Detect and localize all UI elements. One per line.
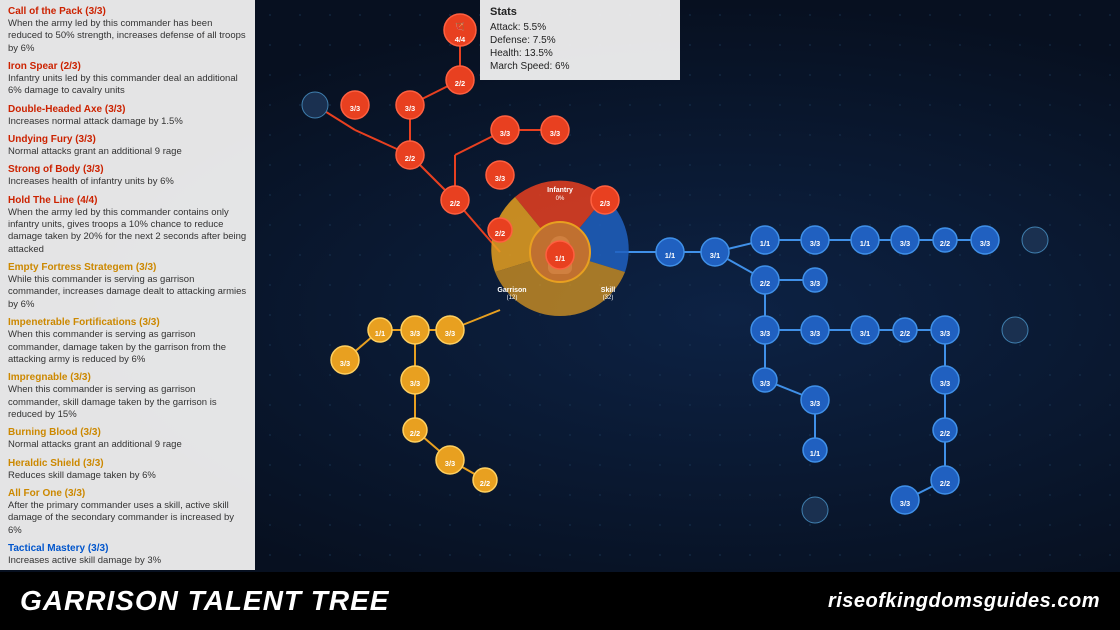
skill-title: Empty Fortress Strategem (3/3) <box>8 262 247 273</box>
svg-text:3/3: 3/3 <box>410 329 420 338</box>
skill-double-headed-axe: Double-Headed Axe (3/3) Increases normal… <box>8 104 247 128</box>
skill-desc: After the primary commander uses a skill… <box>8 500 247 537</box>
svg-text:3/3: 3/3 <box>900 239 910 248</box>
stats-panel: Stats Attack: 5.5% Defense: 7.5% Health:… <box>480 0 680 80</box>
bottom-bar: Garrison Talent Tree riseofkingdomsguide… <box>0 572 1120 630</box>
skill-desc: Normal attacks grant an additional 9 rag… <box>8 146 247 158</box>
skill-title: Undying Fury (3/3) <box>8 134 247 145</box>
svg-text:Garrison: Garrison <box>497 287 526 294</box>
svg-text:3/3: 3/3 <box>495 174 505 183</box>
svg-text:2/2: 2/2 <box>410 429 420 438</box>
svg-text:3/3: 3/3 <box>410 379 420 388</box>
skill-title: Iron Spear (2/3) <box>8 61 247 72</box>
skill-impregnable: Impregnable (3/3) When this commander is… <box>8 372 247 421</box>
skill-title: All For One (3/3) <box>8 488 247 499</box>
svg-text:1/1: 1/1 <box>665 251 675 260</box>
svg-text:3/3: 3/3 <box>550 129 560 138</box>
svg-text:3/3: 3/3 <box>350 104 360 113</box>
stats-title: Stats <box>490 6 670 18</box>
skill-impenetrable: Impenetrable Fortifications (3/3) When t… <box>8 317 247 366</box>
svg-text:2/3: 2/3 <box>600 199 610 208</box>
skill-desc: Infantry units led by this commander dea… <box>8 73 247 98</box>
svg-text:4/4: 4/4 <box>455 35 466 44</box>
svg-text:3/3: 3/3 <box>760 379 770 388</box>
skill-empty-fortress: Empty Fortress Strategem (3/3) While thi… <box>8 262 247 311</box>
stats-health: Health: 13.5% <box>490 48 670 59</box>
skill-title: Heraldic Shield (3/3) <box>8 458 247 469</box>
svg-text:2/2: 2/2 <box>900 329 910 338</box>
svg-text:3/3: 3/3 <box>980 239 990 248</box>
stats-defense: Defense: 7.5% <box>490 35 670 46</box>
svg-text:(12): (12) <box>507 295 518 301</box>
skill-strong-of-body: Strong of Body (3/3) Increases health of… <box>8 164 247 188</box>
skill-desc: When the army led by this commander has … <box>8 18 247 55</box>
svg-text:(32): (32) <box>603 295 614 301</box>
svg-text:2/2: 2/2 <box>405 154 415 163</box>
skill-desc: While this commander is serving as garri… <box>8 274 247 311</box>
svg-text:2/2: 2/2 <box>940 239 950 248</box>
skill-title: Tactical Mastery (3/3) <box>8 543 247 554</box>
skill-title: Impenetrable Fortifications (3/3) <box>8 317 247 328</box>
svg-text:3/3: 3/3 <box>810 329 820 338</box>
skill-iron-spear: Iron Spear (2/3) Infantry units led by t… <box>8 61 247 98</box>
skill-title: Double-Headed Axe (3/3) <box>8 104 247 115</box>
svg-text:3/1: 3/1 <box>710 251 720 260</box>
svg-text:Skill: Skill <box>601 287 615 294</box>
svg-text:3/3: 3/3 <box>405 104 415 113</box>
svg-text:3/3: 3/3 <box>445 329 455 338</box>
skill-hold-the-line: Hold The Line (4/4) When the army led by… <box>8 195 247 256</box>
svg-text:3/3: 3/3 <box>500 129 510 138</box>
skill-desc: Increases normal attack damage by 1.5% <box>8 116 247 128</box>
svg-text:2/2: 2/2 <box>940 429 950 438</box>
svg-text:Infantry: Infantry <box>547 187 573 194</box>
svg-text:2/2: 2/2 <box>940 479 950 488</box>
skill-desc: Increases active skill damage by 3% <box>8 555 247 567</box>
skill-undying-fury: Undying Fury (3/3) Normal attacks grant … <box>8 134 247 158</box>
svg-text:🏹: 🏹 <box>455 22 464 31</box>
svg-text:2/2: 2/2 <box>760 279 770 288</box>
svg-text:2/2: 2/2 <box>450 199 460 208</box>
svg-text:3/3: 3/3 <box>940 329 950 338</box>
svg-text:1/1: 1/1 <box>375 329 385 338</box>
svg-text:2/2: 2/2 <box>480 479 490 488</box>
skill-desc: Reduces skill damage taken by 6% <box>8 470 247 482</box>
skill-desc: Normal attacks grant an additional 9 rag… <box>8 439 247 451</box>
stats-attack: Attack: 5.5% <box>490 22 670 33</box>
svg-text:3/3: 3/3 <box>810 239 820 248</box>
svg-text:1/1: 1/1 <box>860 239 870 248</box>
svg-text:3/3: 3/3 <box>445 459 455 468</box>
skill-heraldic-shield: Heraldic Shield (3/3) Reduces skill dama… <box>8 458 247 482</box>
talent-tree-svg: Infantry 0% Garrison (12) Skill (32) 🏹 4… <box>255 0 1120 572</box>
svg-text:0%: 0% <box>556 196 565 202</box>
skill-title: Burning Blood (3/3) <box>8 427 247 438</box>
skill-call-of-the-pack: Call of the Pack (3/3) When the army led… <box>8 6 247 55</box>
svg-text:1/1: 1/1 <box>810 449 820 458</box>
site-name: riseofkingdomsguides.com <box>828 590 1100 613</box>
svg-text:3/3: 3/3 <box>900 499 910 508</box>
svg-text:2/2: 2/2 <box>495 229 505 238</box>
skills-panel: Call of the Pack (3/3) When the army led… <box>0 0 255 570</box>
svg-text:1/1: 1/1 <box>555 254 565 263</box>
skill-desc: When this commander is serving as garris… <box>8 384 247 421</box>
stats-march-speed: March Speed: 6% <box>490 61 670 72</box>
skill-desc: Increases health of infantry units by 6% <box>8 176 247 188</box>
skill-desc: When the army led by this commander cont… <box>8 207 247 256</box>
skill-title: Strong of Body (3/3) <box>8 164 247 175</box>
skill-title: Hold The Line (4/4) <box>8 195 247 206</box>
skill-tactical-mastery: Tactical Mastery (3/3) Increases active … <box>8 543 247 567</box>
svg-text:3/3: 3/3 <box>940 379 950 388</box>
page-title: Garrison Talent Tree <box>20 585 389 617</box>
svg-text:3/1: 3/1 <box>860 329 870 338</box>
skill-title: Call of the Pack (3/3) <box>8 6 247 17</box>
skill-burning-blood: Burning Blood (3/3) Normal attacks grant… <box>8 427 247 451</box>
svg-text:3/3: 3/3 <box>340 359 350 368</box>
svg-text:3/3: 3/3 <box>760 329 770 338</box>
svg-text:3/3: 3/3 <box>810 399 820 408</box>
skill-all-for-one: All For One (3/3) After the primary comm… <box>8 488 247 537</box>
svg-text:3/3: 3/3 <box>810 279 820 288</box>
skill-title: Impregnable (3/3) <box>8 372 247 383</box>
svg-text:2/2: 2/2 <box>455 79 465 88</box>
svg-text:1/1: 1/1 <box>760 239 770 248</box>
skill-desc: When this commander is serving as garris… <box>8 329 247 366</box>
